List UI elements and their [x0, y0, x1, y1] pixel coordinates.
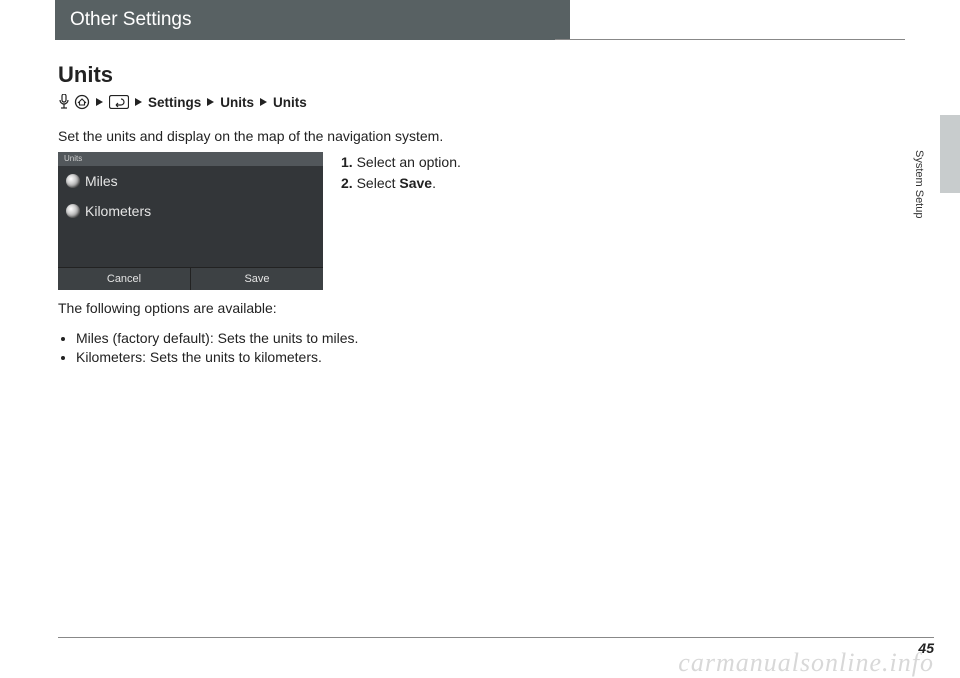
home-icon: [74, 94, 90, 110]
screenshot-option-label: Miles: [85, 173, 118, 189]
back-icon: [109, 95, 129, 109]
chevron-right-icon: [96, 98, 103, 106]
step-text-pre: Select: [357, 175, 400, 191]
chevron-right-icon: [260, 98, 267, 106]
page-header-title: Other Settings: [70, 9, 191, 31]
page-header: Other Settings: [55, 0, 570, 40]
step-2: 2. Select Save.: [341, 173, 461, 194]
save-button-label: Save: [244, 273, 269, 285]
option-name: Kilometers: [76, 349, 142, 365]
section-tab: [940, 115, 960, 193]
breadcrumb-item: Units: [220, 95, 254, 110]
screenshot-button-row: Cancel Save: [58, 267, 323, 290]
options-intro: The following options are available:: [58, 300, 608, 316]
header-divider: [555, 39, 905, 40]
cancel-button[interactable]: Cancel: [58, 268, 190, 290]
chevron-right-icon: [135, 98, 142, 106]
breadcrumb-item: Settings: [148, 95, 201, 110]
breadcrumb-item: Units: [273, 95, 307, 110]
step-text-post: .: [432, 175, 436, 191]
side-section-label: System Setup: [913, 150, 925, 218]
option-note: (factory default): Sets the units to mil…: [109, 330, 359, 346]
watermark-text: carmanualsonline.info: [678, 648, 934, 678]
step-text: Select an option.: [357, 154, 461, 170]
device-screenshot: Units Miles Kilometers Cancel Save: [58, 152, 323, 290]
list-item: Miles (factory default): Sets the units …: [76, 330, 608, 346]
footer-divider: [58, 637, 934, 638]
options-list: Miles (factory default): Sets the units …: [58, 330, 608, 365]
description-text: Set the units and display on the map of …: [58, 128, 608, 144]
screenshot-option-kilometers[interactable]: Kilometers: [58, 196, 323, 226]
step-1: 1. Select an option.: [341, 152, 461, 173]
chevron-right-icon: [207, 98, 214, 106]
option-note: : Sets the units to kilometers.: [142, 349, 322, 365]
cancel-button-label: Cancel: [107, 273, 141, 285]
step-text-bold: Save: [399, 175, 432, 191]
radio-icon: [66, 204, 80, 218]
screenshot-option-miles[interactable]: Miles: [58, 166, 323, 196]
save-button[interactable]: Save: [190, 268, 323, 290]
list-item: Kilometers: Sets the units to kilometers…: [76, 349, 608, 365]
radio-icon: [66, 174, 80, 188]
step-number: 1.: [341, 154, 353, 170]
step-number: 2.: [341, 175, 353, 191]
instruction-steps: 1. Select an option. 2. Select Save.: [341, 152, 461, 194]
breadcrumb: Settings Units Units: [58, 94, 608, 110]
main-content: Units Settings Units: [58, 62, 608, 365]
option-name: Miles: [76, 330, 109, 346]
voice-icon: [58, 94, 70, 110]
section-heading: Units: [58, 62, 608, 88]
screenshot-title: Units: [58, 152, 323, 166]
screenshot-option-label: Kilometers: [85, 203, 151, 219]
